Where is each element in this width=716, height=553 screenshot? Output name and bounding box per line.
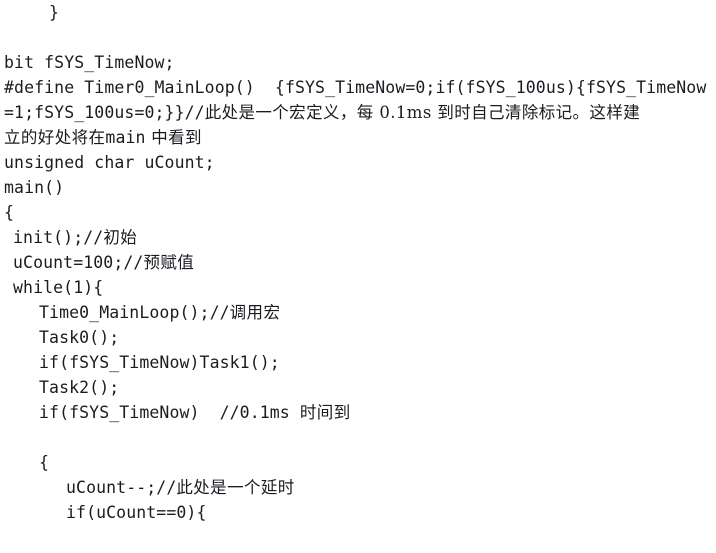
code-text: =1;fSYS_100us=0;}}// bbox=[4, 103, 205, 122]
code-line: Time0_MainLoop();//调用宏 bbox=[0, 300, 716, 325]
code-text: main() bbox=[4, 178, 65, 197]
code-text: } bbox=[49, 3, 60, 22]
code-text: if(fSYS_TimeNow) //0.1ms bbox=[39, 403, 300, 422]
code-comment-cjk: 此处是一个宏定义，每 0.1ms 到时自己清除标记。这样建 bbox=[204, 103, 641, 122]
code-text: init();// bbox=[13, 228, 104, 247]
code-block[interactable]: } bit fSYS_TimeNow; #define Timer0_MainLo… bbox=[0, 0, 716, 525]
code-text: { bbox=[4, 203, 15, 222]
code-text: #define Timer0_MainLoop() {fSYS_TimeNow=… bbox=[4, 78, 707, 97]
code-text: Task2(); bbox=[39, 378, 120, 397]
code-comment-cjk: 中看到 bbox=[145, 128, 202, 147]
code-line: =1;fSYS_100us=0;}}//此处是一个宏定义，每 0.1ms 到时自… bbox=[0, 100, 716, 125]
code-text: if(fSYS_TimeNow)Task1(); bbox=[39, 353, 280, 372]
code-line: if(fSYS_TimeNow) //0.1ms 时间到 bbox=[0, 400, 716, 425]
code-line: main() bbox=[0, 175, 716, 200]
code-line: #define Timer0_MainLoop() {fSYS_TimeNow=… bbox=[0, 75, 716, 100]
code-line: 立的好处将在main 中看到 bbox=[0, 125, 716, 150]
code-text: if(uCount==0){ bbox=[66, 503, 207, 522]
code-comment-cjk: 时间到 bbox=[299, 403, 351, 422]
code-line: while(1){ bbox=[0, 275, 716, 300]
code-text: Time0_MainLoop();// bbox=[39, 303, 230, 322]
code-line: } bbox=[0, 0, 716, 25]
code-line: uCount=100;//预赋值 bbox=[0, 250, 716, 275]
code-line: Task2(); bbox=[0, 375, 716, 400]
code-line: bit fSYS_TimeNow; bbox=[0, 50, 716, 75]
code-line: uCount--;//此处是一个延时 bbox=[0, 475, 716, 500]
code-text: uCount--;// bbox=[66, 478, 177, 497]
code-comment-cjk: 立的好处将在 bbox=[4, 128, 106, 147]
code-comment-cjk: 初始 bbox=[103, 228, 138, 247]
code-comment-cjk: 预赋值 bbox=[143, 253, 195, 272]
code-line: if(fSYS_TimeNow)Task1(); bbox=[0, 350, 716, 375]
code-listing-page: } bit fSYS_TimeNow; #define Timer0_MainLo… bbox=[0, 0, 716, 553]
code-line: init();//初始 bbox=[0, 225, 716, 250]
code-comment-cjk: 调用宏 bbox=[229, 303, 281, 322]
code-comment-cjk: 此处是一个延时 bbox=[176, 478, 295, 497]
code-text: main bbox=[105, 128, 146, 147]
code-text: bit fSYS_TimeNow; bbox=[4, 53, 175, 72]
code-line: unsigned char uCount; bbox=[0, 150, 716, 175]
code-line: { bbox=[0, 200, 716, 225]
code-line: if(uCount==0){ bbox=[0, 500, 716, 525]
code-line: { bbox=[0, 450, 716, 475]
code-text: Task0(); bbox=[39, 328, 120, 347]
code-text: while(1){ bbox=[13, 278, 104, 297]
code-text: { bbox=[39, 453, 50, 472]
code-text: uCount=100;// bbox=[13, 253, 144, 272]
code-line: Task0(); bbox=[0, 325, 716, 350]
code-text: unsigned char uCount; bbox=[4, 153, 215, 172]
